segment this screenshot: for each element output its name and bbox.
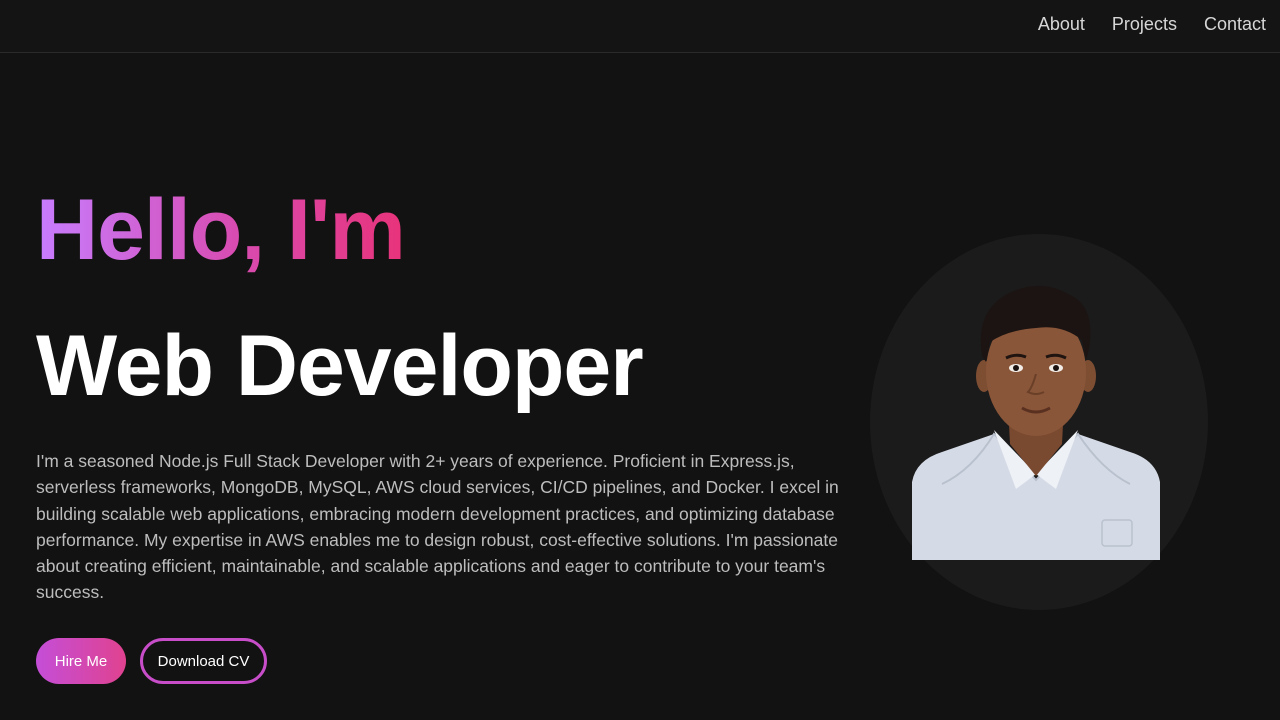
hero-bio: I'm a seasoned Node.js Full Stack Develo… xyxy=(36,451,839,603)
top-navbar: About Projects Contact xyxy=(0,0,1280,53)
profile-photo xyxy=(912,285,1160,560)
nav-link-projects[interactable]: Projects xyxy=(1112,13,1177,35)
avatar-backdrop xyxy=(870,234,1208,610)
download-cv-button[interactable]: Download CV xyxy=(140,638,267,684)
cta-buttons: Hire Me Download CV xyxy=(36,638,267,684)
nav-link-about[interactable]: About xyxy=(1038,13,1085,35)
hero-greeting: Hello, I'm xyxy=(36,182,406,278)
nav-links: About Projects Contact xyxy=(1038,13,1266,35)
hero-role-title: Web Developer xyxy=(36,318,644,414)
nav-link-contact[interactable]: Contact xyxy=(1204,13,1266,35)
hero-section: Hello, I'm Web Developer I'm a seasoned … xyxy=(0,53,1280,720)
hire-me-button[interactable]: Hire Me xyxy=(36,638,126,684)
